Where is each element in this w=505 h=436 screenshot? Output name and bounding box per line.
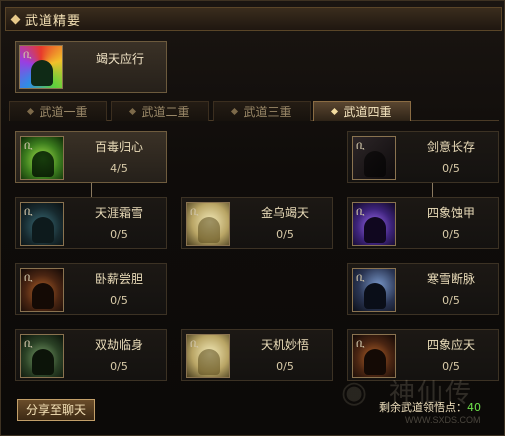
- skill-level: 0/5: [110, 294, 128, 307]
- skill-card-3[interactable]: ቢ 金乌竭天 0/5: [181, 197, 333, 249]
- tab-diamond-icon: [129, 107, 137, 116]
- skill-card-5[interactable]: ቢ 卧薪尝胆 0/5: [15, 263, 167, 315]
- skill-name: 金乌竭天: [260, 206, 309, 220]
- cold-snow-icon[interactable]: ቢ: [352, 268, 396, 312]
- tab-tier-3[interactable]: 武道三重: [213, 101, 311, 121]
- skill-name: 寒雪断脉: [426, 272, 475, 286]
- watermark-logo-icon: ◉: [341, 375, 368, 410]
- tab-label: 武道四重: [343, 105, 392, 119]
- skill-level: 0/5: [110, 228, 128, 241]
- skill-level: 0/5: [276, 360, 294, 373]
- tab-tier-2[interactable]: 武道二重: [111, 101, 209, 121]
- diamond-icon: [10, 14, 21, 24]
- top-skill-name: 竭天应行: [95, 52, 144, 66]
- warrior-green-icon[interactable]: ቢ: [19, 45, 63, 89]
- skill-card-7[interactable]: ቢ 双劫临身 0/5: [15, 329, 167, 381]
- skill-connector: [91, 183, 92, 197]
- endurance-icon[interactable]: ቢ: [20, 268, 64, 312]
- skill-card-4[interactable]: ቢ 四象蚀甲 0/5: [347, 197, 499, 249]
- skill-level: 4/5: [110, 162, 128, 175]
- skill-card-1[interactable]: ቢ 剑意长存 0/5: [347, 131, 499, 183]
- share-to-chat-button[interactable]: 分享至聊天: [17, 399, 95, 421]
- remaining-points-value: 40: [467, 401, 481, 414]
- skill-name: 双劫临身: [94, 338, 143, 352]
- skill-panel: 武道精要 ቢ 竭天应行 武道一重 武道二重 武道三重 武道四重 ቢ 百毒归心 4…: [0, 0, 505, 436]
- sword-aura-icon[interactable]: ቢ: [352, 136, 396, 180]
- skill-name: 卧薪尝胆: [94, 272, 143, 286]
- skill-level: 0/5: [442, 294, 460, 307]
- tab-label: 武道一重: [39, 105, 88, 119]
- insight-icon[interactable]: ቢ: [186, 334, 230, 378]
- skill-card-8[interactable]: ቢ 天机妙悟 0/5: [181, 329, 333, 381]
- skill-name: 百毒归心: [94, 140, 143, 154]
- frost-icon[interactable]: ቢ: [20, 202, 64, 246]
- skill-name: 四象蚀甲: [426, 206, 475, 220]
- tab-label: 武道二重: [141, 105, 190, 119]
- top-skill-card[interactable]: ቢ 竭天应行: [15, 41, 167, 93]
- skill-card-2[interactable]: ቢ 天涯霜雪 0/5: [15, 197, 167, 249]
- golden-crow-icon[interactable]: ቢ: [186, 202, 230, 246]
- skill-name: 剑意长存: [426, 140, 475, 154]
- skill-name: 天机妙悟: [260, 338, 309, 352]
- panel-header: 武道精要: [5, 7, 502, 31]
- remaining-points: 剩余武道领悟点：40: [379, 399, 481, 415]
- tab-label: 武道三重: [243, 105, 292, 119]
- tab-diamond-icon: [231, 107, 239, 116]
- watermark-url: WWW.SXDS.COM: [405, 415, 481, 425]
- double-calamity-icon[interactable]: ቢ: [20, 334, 64, 378]
- skill-level: 0/5: [110, 360, 128, 373]
- poison-green-icon[interactable]: ቢ: [20, 136, 64, 180]
- corrode-armor-icon[interactable]: ቢ: [352, 202, 396, 246]
- skill-card-6[interactable]: ቢ 寒雪断脉 0/5: [347, 263, 499, 315]
- remaining-points-label: 剩余武道领悟点：: [379, 401, 467, 414]
- skill-card-0[interactable]: ቢ 百毒归心 4/5: [15, 131, 167, 183]
- skill-name: 四象应天: [426, 338, 475, 352]
- skill-connector: [432, 183, 433, 197]
- skill-name: 天涯霜雪: [94, 206, 143, 220]
- tab-diamond-icon: [27, 107, 35, 116]
- skill-level: 0/5: [442, 162, 460, 175]
- tab-tier-1[interactable]: 武道一重: [9, 101, 107, 121]
- tab-tier-4[interactable]: 武道四重: [313, 101, 411, 121]
- tier-tabs: 武道一重 武道二重 武道三重 武道四重: [9, 101, 499, 121]
- skill-level: 0/5: [276, 228, 294, 241]
- tab-diamond-icon: [331, 107, 339, 116]
- skill-level: 0/5: [442, 228, 460, 241]
- panel-title: 武道精要: [25, 13, 82, 29]
